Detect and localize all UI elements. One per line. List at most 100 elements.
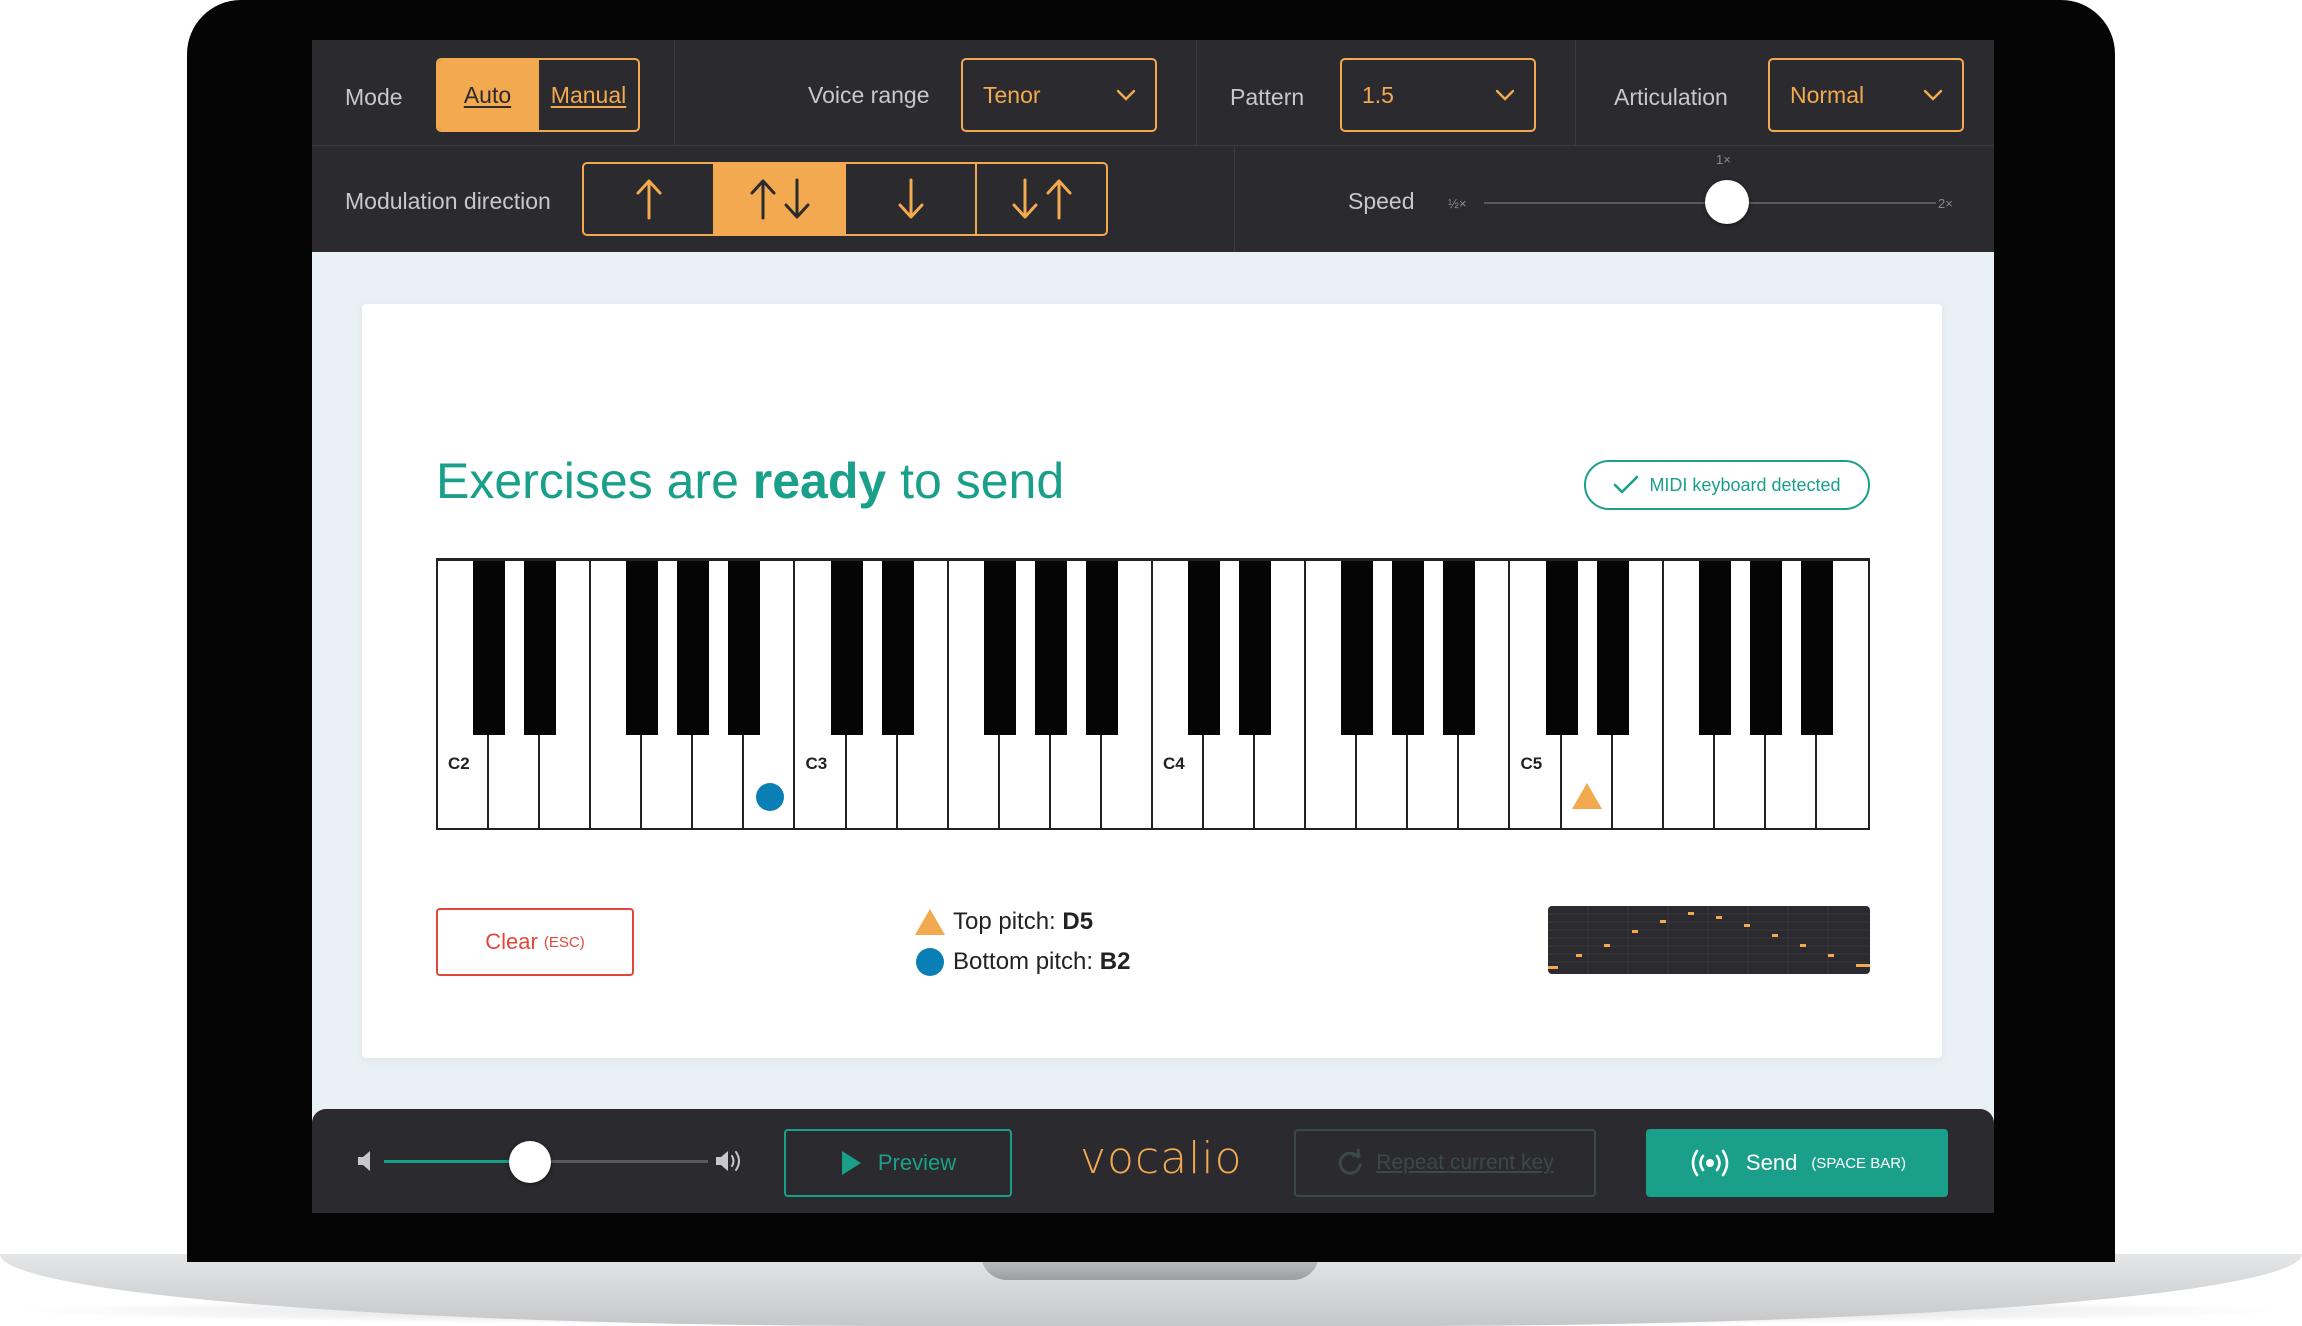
mode-toggle: Auto Manual xyxy=(436,58,640,132)
black-key-fs3[interactable] xyxy=(983,561,1016,735)
chevron-down-icon xyxy=(1495,89,1515,101)
bottom-pitch-label: Bottom pitch: xyxy=(953,948,1100,975)
black-key-fs5[interactable] xyxy=(1698,561,1731,735)
top-pitch-label: Top pitch: xyxy=(953,908,1063,935)
divider xyxy=(1234,146,1235,252)
arrow-down-up-icon xyxy=(1012,178,1071,220)
preview-label: Preview xyxy=(877,1150,957,1175)
key-label-c2: C2 xyxy=(448,754,470,773)
bottom-pitch-row: Bottom pitch: B2 xyxy=(915,942,1130,982)
black-key-as4[interactable] xyxy=(1443,561,1476,735)
bottom-pitch-marker xyxy=(755,783,784,811)
piano-keyboard[interactable]: C2 C3 C4 C5 xyxy=(436,558,1870,830)
speed-max-label: 2× xyxy=(1938,196,1953,211)
black-key-as2[interactable] xyxy=(728,561,761,735)
volume-slider-handle[interactable] xyxy=(508,1141,551,1183)
black-key-ds2[interactable] xyxy=(524,561,557,735)
articulation-value: Normal xyxy=(1790,81,1865,108)
direction-up-down-button[interactable] xyxy=(713,164,844,234)
repeat-current-key-button[interactable]: Repeat current key xyxy=(1294,1129,1596,1197)
black-key-ds4[interactable] xyxy=(1239,561,1272,735)
black-key-gs2[interactable] xyxy=(677,561,710,735)
midi-status-badge: MIDI keyboard detected xyxy=(1584,460,1870,510)
black-key-cs2[interactable] xyxy=(473,561,506,735)
divider xyxy=(1196,40,1197,146)
voice-range-select[interactable]: Tenor xyxy=(961,58,1157,132)
clear-label: Clear xyxy=(485,929,538,954)
top-pitch-text: Top pitch: D5 xyxy=(953,908,1093,936)
black-key-cs5[interactable] xyxy=(1545,561,1578,735)
control-row-1: Mode Auto Manual Voice range Tenor Patte… xyxy=(312,40,1994,146)
black-key-fs2[interactable] xyxy=(626,561,659,735)
check-icon xyxy=(1614,475,1639,494)
title-emphasis: ready xyxy=(752,453,887,509)
key-label-c5: C5 xyxy=(1520,754,1543,773)
voice-range-value: Tenor xyxy=(983,81,1041,108)
send-button[interactable]: Send (SPACE BAR) xyxy=(1646,1129,1948,1197)
black-key-cs4[interactable] xyxy=(1188,561,1221,735)
pattern-preview xyxy=(1548,906,1870,974)
key-label-c3: C3 xyxy=(805,754,828,773)
title-prefix: Exercises are xyxy=(436,453,753,509)
pattern-preview-graphic xyxy=(1548,906,1870,974)
top-pitch-value: D5 xyxy=(1062,908,1094,935)
black-key-cs3[interactable] xyxy=(830,561,863,735)
black-key-as5[interactable] xyxy=(1800,561,1833,735)
mode-auto-button[interactable]: Auto xyxy=(438,60,537,130)
direction-up-button[interactable] xyxy=(584,164,713,234)
black-key-as3[interactable] xyxy=(1085,561,1118,735)
arrow-down-icon xyxy=(898,178,923,219)
modulation-direction-toggle xyxy=(582,162,1108,236)
speed-slider-handle[interactable] xyxy=(1705,180,1749,224)
control-bar: Mode Auto Manual Voice range Tenor Patte… xyxy=(312,40,1994,252)
black-key-ds5[interactable] xyxy=(1596,561,1629,735)
top-pitch-marker xyxy=(1572,783,1603,809)
modulation-direction-label: Modulation direction xyxy=(345,188,551,214)
speed-min-label: ½× xyxy=(1448,196,1467,211)
repeat-icon xyxy=(1339,1149,1362,1175)
play-icon xyxy=(841,1151,861,1175)
key-label-c4: C4 xyxy=(1163,754,1185,773)
black-key-gs4[interactable] xyxy=(1392,561,1425,735)
volume-low-icon xyxy=(358,1151,370,1171)
black-key-fs4[interactable] xyxy=(1341,561,1374,735)
repeat-label: Repeat current key xyxy=(1376,1151,1554,1174)
triangle-icon xyxy=(915,909,945,935)
voice-range-label: Voice range xyxy=(808,82,930,108)
broadcast-icon xyxy=(1691,1149,1729,1177)
pattern-select[interactable]: 1.5 xyxy=(1340,58,1536,132)
divider xyxy=(1575,40,1576,146)
black-key-gs3[interactable] xyxy=(1034,561,1067,735)
preview-button[interactable]: Preview xyxy=(784,1129,1012,1197)
pattern-value: 1.5 xyxy=(1362,81,1394,108)
send-label: Send xyxy=(1745,1150,1798,1175)
bottom-pitch-text: Bottom pitch: B2 xyxy=(953,948,1130,976)
vocalio-logo: vocalio xyxy=(1080,1133,1243,1184)
speed-current-label: 1× xyxy=(1716,152,1731,167)
divider xyxy=(674,40,675,146)
midi-status-text: MIDI keyboard detected xyxy=(1649,474,1841,495)
mode-manual-button[interactable]: Manual xyxy=(537,60,638,130)
top-pitch-row: Top pitch: D5 xyxy=(915,902,1130,942)
black-key-ds3[interactable] xyxy=(881,561,914,735)
arrow-up-down-icon xyxy=(750,178,809,220)
articulation-label: Articulation xyxy=(1614,84,1728,110)
speed-label: Speed xyxy=(1348,188,1415,214)
page-title: Exercises are ready to send xyxy=(436,452,1064,510)
exercise-card: Exercises are ready to send MIDI keyboar… xyxy=(362,304,1942,1058)
black-key-gs5[interactable] xyxy=(1749,561,1782,735)
app-screen: Mode Auto Manual Voice range Tenor Patte… xyxy=(312,40,1994,1213)
articulation-select[interactable]: Normal xyxy=(1768,58,1964,132)
direction-down-up-button[interactable] xyxy=(975,164,1106,234)
bottom-pitch-value: B2 xyxy=(1099,948,1131,975)
circle-icon xyxy=(916,948,944,976)
pitch-legend: Top pitch: D5 Bottom pitch: B2 xyxy=(915,902,1130,982)
volume-slider-fill xyxy=(384,1160,530,1163)
send-shortcut: (SPACE BAR) xyxy=(1811,1154,1907,1172)
volume-high-icon xyxy=(716,1151,740,1171)
transport-bar: Preview vocalio Repeat current key Send … xyxy=(312,1109,1994,1213)
direction-down-button[interactable] xyxy=(844,164,975,234)
clear-button[interactable]: Clear (ESC) xyxy=(436,908,634,976)
mode-label: Mode xyxy=(345,84,403,110)
clear-shortcut: (ESC) xyxy=(543,933,585,951)
